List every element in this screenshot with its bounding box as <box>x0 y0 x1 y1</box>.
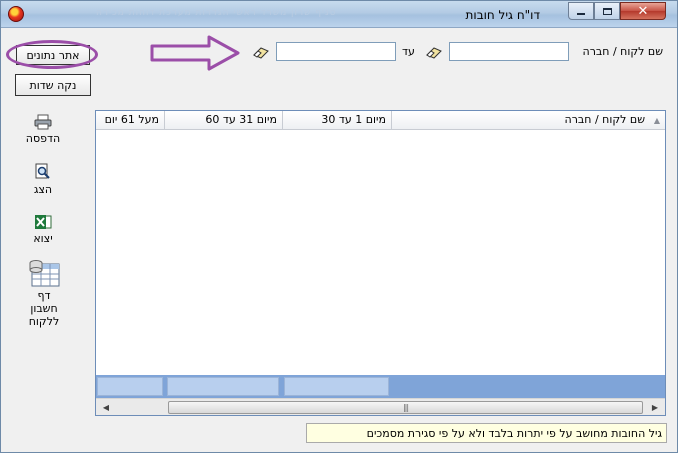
minimize-icon <box>577 13 585 15</box>
export-label: יצוא <box>33 232 53 245</box>
scroll-left-icon[interactable]: ◀ <box>98 400 114 415</box>
window-title: דו"ח גיל חובות <box>465 8 540 22</box>
grid-totals-footer <box>96 375 665 398</box>
account-page-tool[interactable]: דף חשבון ללקוח <box>19 259 69 328</box>
aging-report-window: סניף שרון משרד ראשי הגדרות מערכת דוחות מ… <box>0 0 678 453</box>
aging-grid[interactable]: ▲ שם לקוח / חברה מיום 1 עד 30 מיום 31 עד… <box>95 110 666 416</box>
annotation-highlight <box>6 40 98 69</box>
column-header-over-61[interactable]: מעל 61 יום <box>96 111 164 129</box>
customer-ledger-icon <box>29 260 60 287</box>
minimize-button[interactable] <box>568 2 594 20</box>
customer-to-input[interactable] <box>276 42 396 61</box>
account-page-label: דף חשבון ללקוח <box>28 289 60 328</box>
sort-ascending-icon: ▲ <box>653 116 660 125</box>
column-header-customer[interactable]: ▲ שם לקוח / חברה <box>391 111 665 129</box>
close-icon: ✕ <box>637 3 649 19</box>
annotation-arrow-icon <box>150 35 240 71</box>
status-note: גיל החובות מחושב על פי יתרות בלבד ולא על… <box>306 423 667 443</box>
eraser-lookup-icon[interactable] <box>425 45 443 59</box>
scroll-thumb[interactable]: ||| <box>168 401 643 414</box>
preview-magnifier-icon <box>35 163 50 179</box>
app-logo-icon <box>8 6 24 22</box>
horizontal-scrollbar[interactable]: ◀ ||| ▶ <box>96 398 665 415</box>
column-header-days-31-60[interactable]: מיום 31 עד 60 <box>164 111 282 129</box>
export-tool[interactable]: יצוא <box>21 214 65 245</box>
total-cell-days-31-60 <box>167 377 279 396</box>
printer-icon <box>34 114 52 130</box>
close-button[interactable]: ✕ <box>620 2 666 20</box>
clear-fields-button[interactable]: נקה שדות <box>15 74 91 96</box>
display-label: הצג <box>33 183 53 196</box>
to-label: עד <box>402 45 415 58</box>
maximize-button[interactable] <box>594 2 620 20</box>
excel-export-icon <box>35 215 52 229</box>
eraser-lookup-icon[interactable] <box>252 45 270 59</box>
print-tool[interactable]: הדפסה <box>21 114 65 145</box>
column-header-days-1-30[interactable]: מיום 1 עד 30 <box>282 111 391 129</box>
display-tool[interactable]: הצג <box>21 163 65 196</box>
print-label: הדפסה <box>25 132 61 145</box>
total-cell-over-61 <box>97 377 163 396</box>
customer-from-input[interactable] <box>449 42 569 61</box>
maximize-icon <box>602 7 612 15</box>
customer-from-label: שם לקוח / חברה <box>582 45 663 58</box>
title-bar: סניף שרון משרד ראשי הגדרות מערכת דוחות מ… <box>1 1 677 28</box>
total-cell-days-1-30 <box>284 377 389 396</box>
grid-header: ▲ שם לקוח / חברה מיום 1 עד 30 מיום 31 עד… <box>96 111 665 130</box>
scroll-right-icon[interactable]: ▶ <box>647 400 663 415</box>
background-window-title: סניף שרון משרד ראשי הגדרות מערכת דוחות מ… <box>96 8 337 18</box>
